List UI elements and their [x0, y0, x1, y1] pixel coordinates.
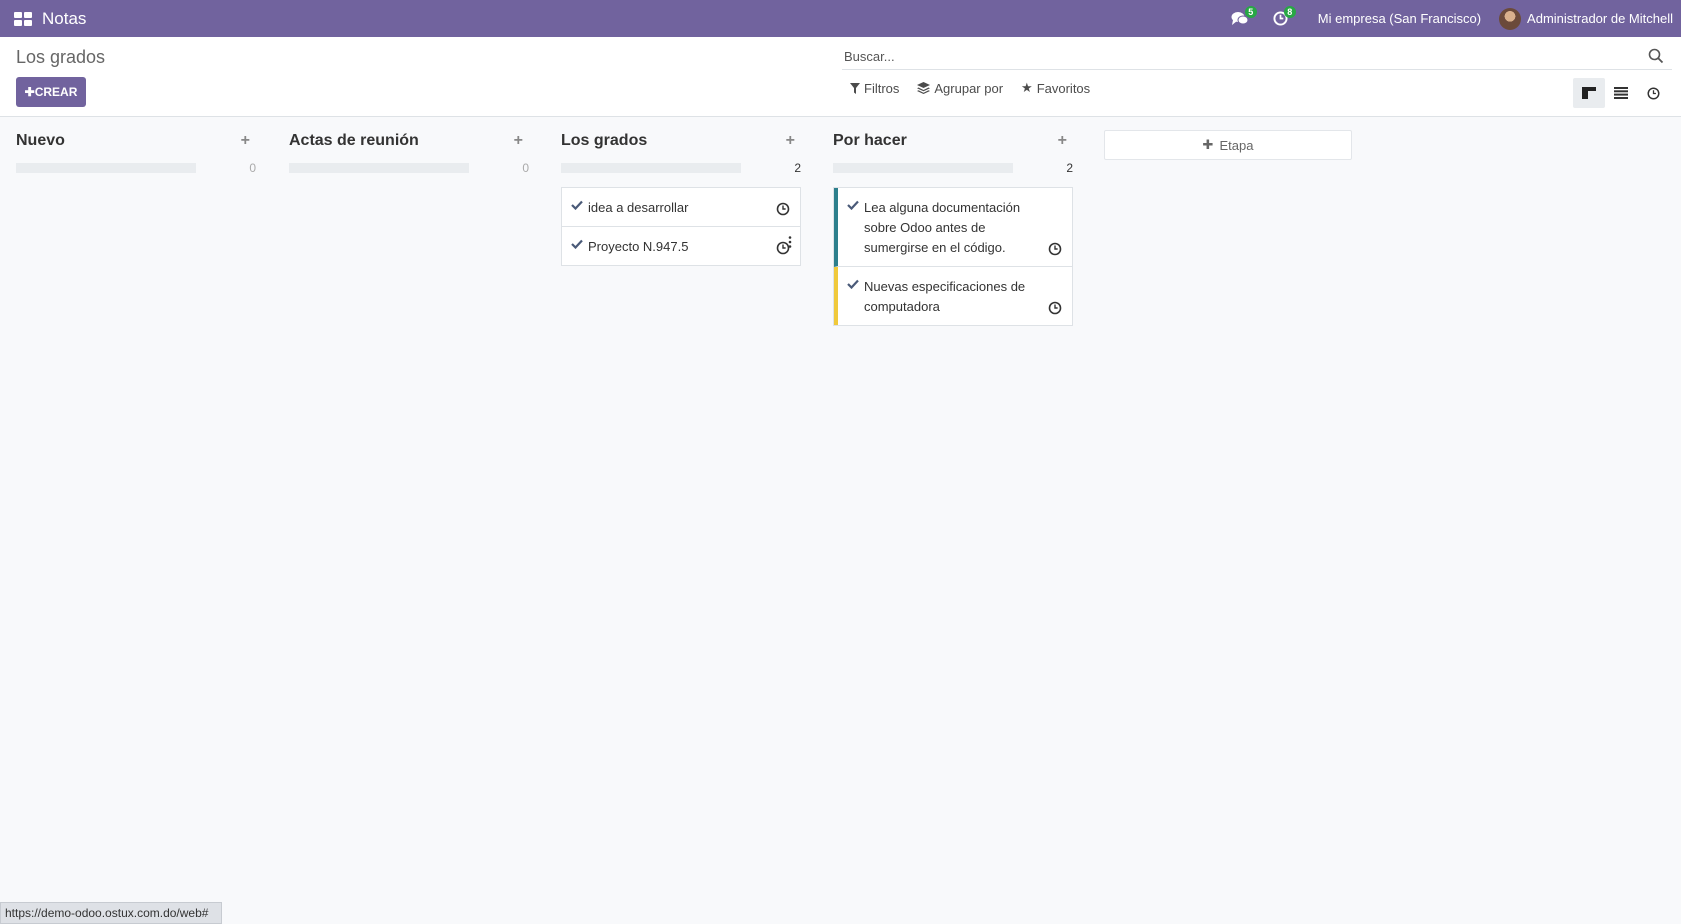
- filters-button[interactable]: Filtros: [850, 80, 899, 96]
- kanban-column: Por hacer + 2 Lea alguna documentación s…: [833, 129, 1073, 326]
- card-list: Lea alguna documentación sobre Odoo ante…: [833, 187, 1073, 326]
- list-view-button[interactable]: [1605, 78, 1637, 108]
- search-options: Filtros Agrupar por ★ Favoritos: [850, 80, 1090, 96]
- kanban-column: Actas de reunión + 0: [289, 129, 529, 175]
- kanban-view-button[interactable]: [1573, 78, 1605, 108]
- control-panel: Los grados ✚CREAR Filtros Agrupar por ★ …: [0, 37, 1681, 117]
- card-list: idea a desarrollar Proyecto N.947.5: [561, 187, 801, 266]
- column-header: Los grados +: [561, 129, 801, 153]
- progress-bar: [289, 163, 469, 173]
- activity-clock-icon[interactable]: [776, 202, 790, 216]
- add-stage-label: Etapa: [1219, 137, 1254, 153]
- column-header: Por hacer +: [833, 129, 1073, 153]
- top-navbar: Notas 5 8 Mi empresa (San Francisco) Adm…: [0, 0, 1681, 37]
- filter-icon: [850, 82, 860, 94]
- column-title[interactable]: Actas de reunión: [289, 132, 419, 150]
- progress-bar: [561, 163, 741, 173]
- column-title[interactable]: Los grados: [561, 132, 647, 150]
- plus-icon: ✚: [24, 85, 35, 99]
- favorites-button[interactable]: ★ Favoritos: [1021, 80, 1090, 96]
- check-icon[interactable]: [571, 200, 583, 210]
- search-box: [842, 44, 1672, 70]
- kanban-card[interactable]: Nuevas especificaciones de computadora: [834, 267, 1072, 325]
- column-count: 2: [1066, 161, 1073, 175]
- activity-clock-icon[interactable]: [776, 241, 790, 255]
- column-title[interactable]: Nuevo: [16, 132, 65, 150]
- column-header: Nuevo +: [16, 129, 256, 153]
- filters-label: Filtros: [864, 80, 900, 96]
- breadcrumb: Los grados: [16, 47, 106, 67]
- plus-icon: ✚: [1202, 137, 1214, 152]
- clock-icon: [1646, 86, 1660, 100]
- kanban-column: Nuevo + 0: [16, 129, 256, 175]
- create-button[interactable]: ✚CREAR: [16, 77, 86, 107]
- column-progress: 2: [833, 161, 1073, 175]
- check-icon[interactable]: [571, 239, 583, 249]
- star-icon: ★: [1021, 80, 1033, 95]
- favorites-label: Favoritos: [1036, 80, 1091, 96]
- activity-clock-icon[interactable]: [1048, 242, 1062, 256]
- activity-clock-icon[interactable]: [1048, 301, 1062, 315]
- activity-view-button[interactable]: [1637, 78, 1669, 108]
- column-progress: 0: [16, 161, 256, 175]
- group-by-label: Agrupar por: [934, 80, 1004, 96]
- column-progress: 2: [561, 161, 801, 175]
- company-switcher[interactable]: Mi empresa (San Francisco): [1318, 11, 1481, 26]
- group-by-button[interactable]: Agrupar por: [917, 80, 1003, 96]
- kanban-card[interactable]: Lea alguna documentación sobre Odoo ante…: [834, 188, 1072, 267]
- progress-bar: [16, 163, 196, 173]
- add-stage-button[interactable]: ✚ Etapa: [1104, 130, 1352, 160]
- add-card-icon[interactable]: +: [1058, 132, 1067, 150]
- user-name: Administrador de Mitchell: [1527, 11, 1673, 26]
- activities-button[interactable]: 8: [1273, 0, 1296, 37]
- messages-button[interactable]: 5: [1231, 0, 1257, 37]
- kanban-card[interactable]: idea a desarrollar: [562, 188, 800, 227]
- check-icon[interactable]: [847, 200, 859, 210]
- card-text: idea a desarrollar: [588, 200, 689, 215]
- create-label: CREAR: [34, 85, 78, 99]
- view-switcher: [1573, 78, 1669, 108]
- user-menu[interactable]: Administrador de Mitchell: [1499, 7, 1673, 30]
- column-count: 2: [794, 161, 801, 175]
- add-card-icon[interactable]: +: [786, 132, 795, 150]
- card-text: Proyecto N.947.5: [588, 239, 689, 254]
- kanban-board: Nuevo + 0 Actas de reunión + 0 Los grado…: [0, 117, 1681, 924]
- apps-menu-icon[interactable]: [14, 11, 32, 26]
- check-icon[interactable]: [847, 279, 859, 289]
- app-name[interactable]: Notas: [42, 9, 86, 29]
- list-icon: [1614, 87, 1628, 99]
- kanban-column: Los grados + 2 idea a desarrollar Proyec…: [561, 129, 801, 266]
- messages-badge: 5: [1244, 6, 1257, 18]
- add-card-icon[interactable]: +: [241, 132, 250, 150]
- progress-bar: [833, 163, 1013, 173]
- search-icon[interactable]: [1648, 48, 1664, 64]
- column-count: 0: [249, 161, 256, 175]
- card-text: Lea alguna documentación sobre Odoo ante…: [864, 200, 1021, 255]
- search-input[interactable]: [842, 49, 1672, 64]
- systray: 5 8 Mi empresa (San Francisco) Administr…: [1231, 0, 1681, 37]
- column-progress: 0: [289, 161, 529, 175]
- column-title[interactable]: Por hacer: [833, 132, 907, 150]
- add-card-icon[interactable]: +: [514, 132, 523, 150]
- kanban-icon: [1582, 87, 1596, 99]
- activities-badge: 8: [1283, 6, 1296, 18]
- column-header: Actas de reunión +: [289, 129, 529, 153]
- column-count: 0: [522, 161, 529, 175]
- card-text: Nuevas especificaciones de computadora: [864, 279, 1026, 314]
- avatar: [1499, 7, 1522, 30]
- layers-icon: [917, 82, 931, 94]
- kanban-card[interactable]: Proyecto N.947.5: [562, 227, 800, 265]
- status-bar-url: https://demo-odoo.ostux.com.do/web#: [0, 902, 222, 924]
